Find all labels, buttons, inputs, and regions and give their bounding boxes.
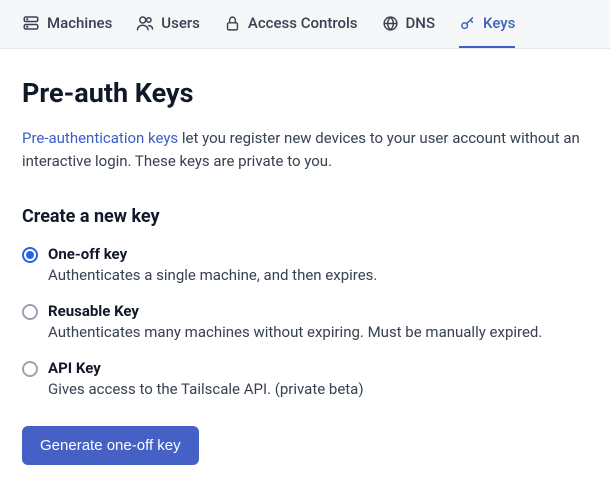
lock-icon bbox=[224, 15, 241, 32]
machines-icon bbox=[22, 14, 40, 32]
radio-title: API Key bbox=[48, 359, 588, 377]
nav-access-controls[interactable]: Access Controls bbox=[224, 14, 358, 34]
radio-reusable-key[interactable]: Reusable Key Authenticates many machines… bbox=[22, 302, 588, 343]
radio-indicator bbox=[22, 361, 38, 377]
users-icon bbox=[136, 14, 154, 32]
radio-desc: Authenticates many machines without expi… bbox=[48, 322, 588, 343]
radio-indicator bbox=[22, 247, 38, 263]
nav-keys[interactable]: Keys bbox=[459, 14, 515, 34]
page-title: Pre-auth Keys bbox=[22, 77, 588, 109]
nav-machines[interactable]: Machines bbox=[22, 14, 112, 34]
nav-users[interactable]: Users bbox=[136, 14, 200, 34]
globe-icon bbox=[382, 15, 399, 32]
nav-dns[interactable]: DNS bbox=[382, 14, 436, 34]
radio-desc: Gives access to the Tailscale API. (priv… bbox=[48, 379, 588, 400]
preauth-link[interactable]: Pre-authentication keys bbox=[22, 129, 178, 147]
nav-label: DNS bbox=[406, 14, 436, 32]
nav-label: Machines bbox=[47, 14, 112, 32]
intro-text: Pre-authentication keys let you register… bbox=[22, 127, 588, 174]
key-type-radio-group: One-off key Authenticates a single machi… bbox=[22, 245, 588, 400]
nav-label: Keys bbox=[483, 14, 515, 32]
key-icon bbox=[459, 15, 476, 32]
radio-api-key[interactable]: API Key Gives access to the Tailscale AP… bbox=[22, 359, 588, 400]
nav-label: Access Controls bbox=[248, 14, 358, 32]
nav-label: Users bbox=[161, 14, 200, 32]
generate-key-button[interactable]: Generate one-off key bbox=[22, 426, 199, 465]
radio-desc: Authenticates a single machine, and then… bbox=[48, 265, 588, 286]
radio-one-off-key[interactable]: One-off key Authenticates a single machi… bbox=[22, 245, 588, 286]
top-nav: Machines Users Access Controls DNS Keys bbox=[0, 0, 610, 49]
page-content: Pre-auth Keys Pre-authentication keys le… bbox=[0, 49, 610, 493]
radio-title: Reusable Key bbox=[48, 302, 588, 320]
radio-title: One-off key bbox=[48, 245, 588, 263]
radio-indicator bbox=[22, 304, 38, 320]
section-title: Create a new key bbox=[22, 206, 588, 227]
